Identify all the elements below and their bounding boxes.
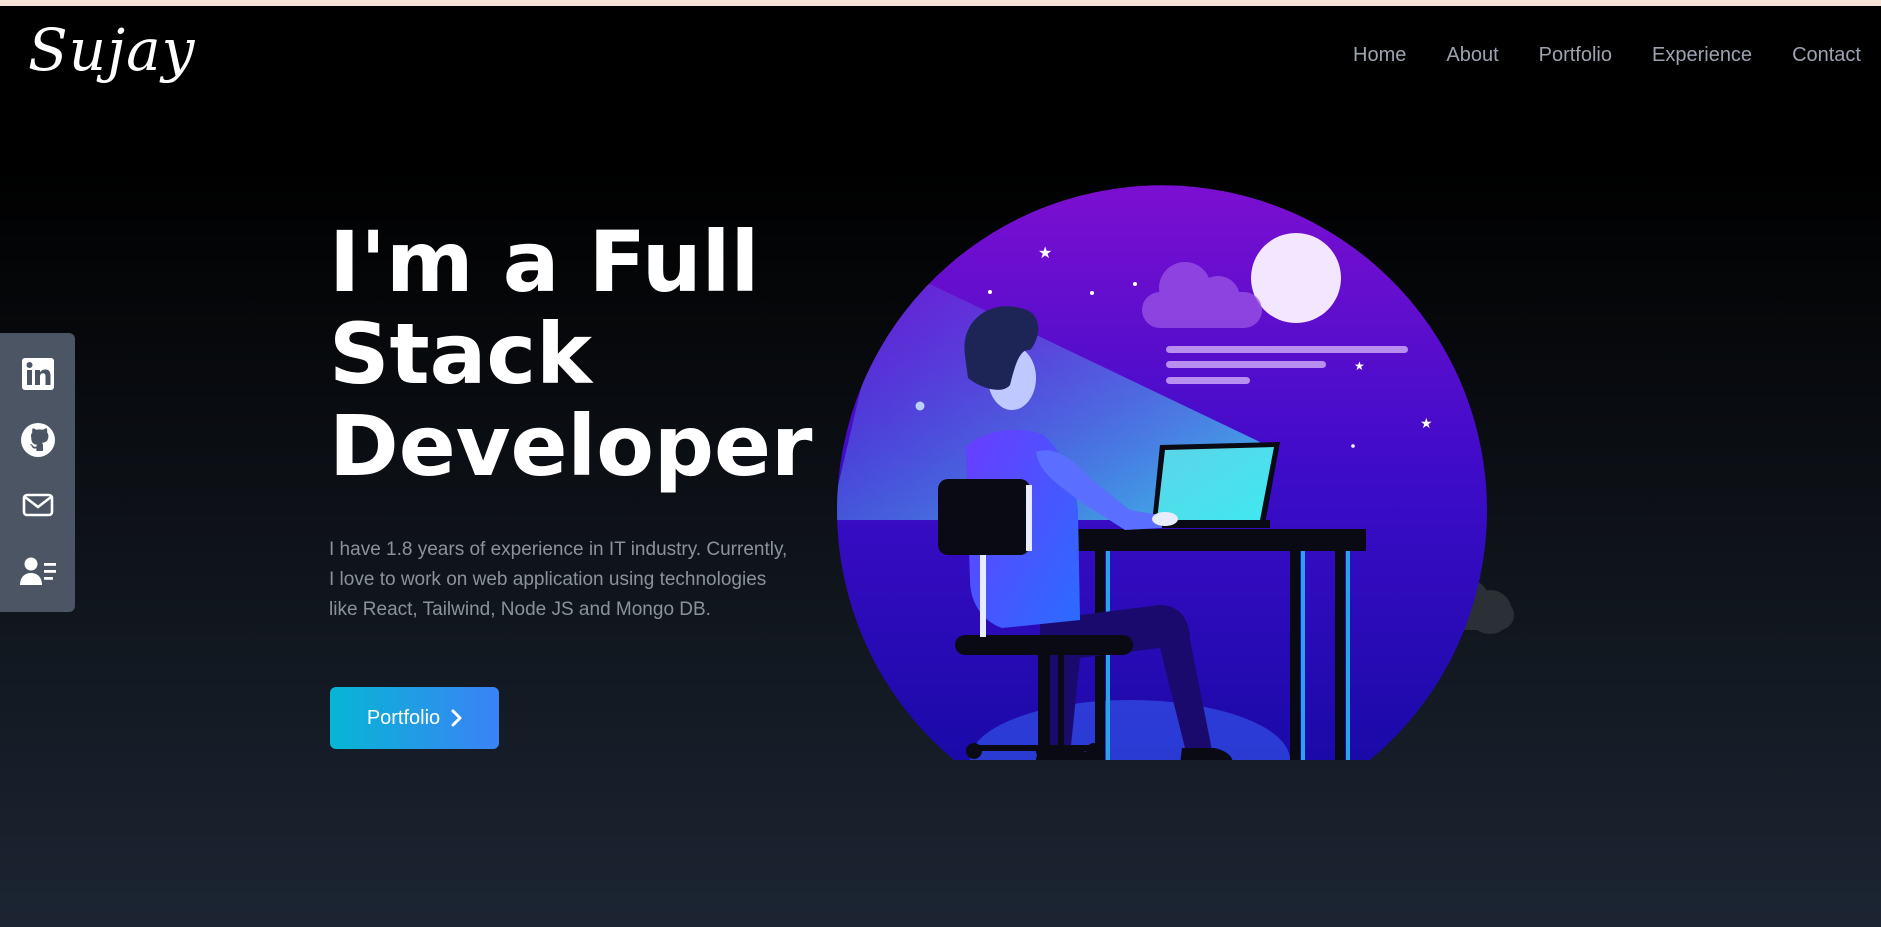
- hero-title-line-2: Stack: [329, 305, 592, 403]
- hero-title: I'm a Full Stack Developer: [329, 216, 849, 492]
- mail-icon: [22, 494, 53, 517]
- social-sidebar: [0, 333, 75, 612]
- nav-links: Home About Portfolio Experience Contact: [1353, 44, 1861, 67]
- svg-text:★: ★: [1354, 359, 1365, 373]
- moon: [1251, 233, 1341, 323]
- chevron-right-icon: [451, 709, 462, 727]
- nav-link-contact[interactable]: Contact: [1792, 44, 1861, 67]
- email-link[interactable]: [18, 485, 58, 525]
- navbar: Sujay Home About Portfolio Experience Co…: [0, 6, 1881, 106]
- portfolio-button[interactable]: Portfolio: [330, 687, 499, 749]
- linkedin-icon: [21, 357, 54, 390]
- svg-text:★: ★: [1038, 243, 1052, 262]
- resume-link[interactable]: [18, 551, 58, 591]
- github-icon: [20, 422, 55, 457]
- nav-link-experience[interactable]: Experience: [1652, 44, 1752, 67]
- nav-link-portfolio[interactable]: Portfolio: [1539, 44, 1612, 67]
- hero-description: I have 1.8 years of experience in IT ind…: [329, 539, 788, 620]
- developer-illustration: ★ ★ ★: [837, 185, 1514, 760]
- nav-link-about[interactable]: About: [1446, 44, 1498, 67]
- hero-title-line-1: I'm a Full: [329, 213, 760, 311]
- logo[interactable]: Sujay: [28, 16, 195, 84]
- resume-icon: [19, 557, 56, 586]
- linkedin-link[interactable]: [18, 354, 58, 394]
- portfolio-button-label: Portfolio: [366, 706, 441, 729]
- hero-title-line-3: Developer: [329, 397, 813, 495]
- svg-text:★: ★: [1420, 416, 1433, 432]
- nav-link-home[interactable]: Home: [1353, 44, 1406, 67]
- github-link[interactable]: [18, 420, 58, 460]
